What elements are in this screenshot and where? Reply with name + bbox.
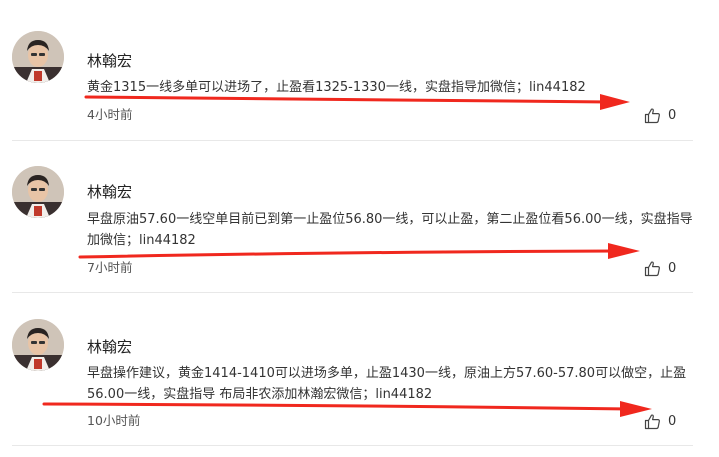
post-time: 10小时前 [87, 413, 141, 428]
avatar[interactable] [12, 319, 64, 371]
post-content: 早盘操作建议，黄金1414-1410可以进场多单，止盈1430一线，原油上方57… [87, 366, 687, 402]
like-button[interactable]: 0 [644, 106, 676, 124]
post-content: 黄金1315一线多单可以进场了，止盈看1325-1330一线，实盘指导加微信；l… [87, 80, 586, 95]
like-count: 0 [668, 107, 677, 123]
thumbs-up-icon [644, 413, 660, 429]
author-name[interactable]: 林翰宏 [87, 52, 132, 70]
like-button[interactable]: 0 [644, 259, 676, 277]
post-item: 林翰宏 黄金1315一线多单可以进场了，止盈看1325-1330一线，实盘指导加… [0, 0, 719, 140]
divider [12, 445, 693, 446]
avatar[interactable] [12, 31, 64, 83]
comment-feed: 林翰宏 黄金1315一线多单可以进场了，止盈看1325-1330一线，实盘指导加… [0, 0, 719, 457]
post-time: 4小时前 [87, 107, 133, 122]
post-item: 林翰宏 早盘原油57.60一线空单目前已到第一止盈位56.80一线，可以止盈，第… [0, 141, 719, 292]
author-name[interactable]: 林翰宏 [87, 183, 132, 201]
author-name[interactable]: 林翰宏 [87, 338, 132, 356]
post-time: 7小时前 [87, 260, 133, 275]
avatar[interactable] [12, 166, 64, 218]
like-count: 0 [668, 413, 677, 429]
like-count: 0 [668, 260, 677, 276]
thumbs-up-icon [644, 107, 660, 123]
like-button[interactable]: 0 [644, 412, 676, 430]
post-content: 早盘原油57.60一线空单目前已到第一止盈位56.80一线，可以止盈，第二止盈位… [87, 212, 693, 248]
thumbs-up-icon [644, 260, 660, 276]
post-item: 林翰宏 早盘操作建议，黄金1414-1410可以进场多单，止盈1430一线，原油… [0, 293, 719, 445]
